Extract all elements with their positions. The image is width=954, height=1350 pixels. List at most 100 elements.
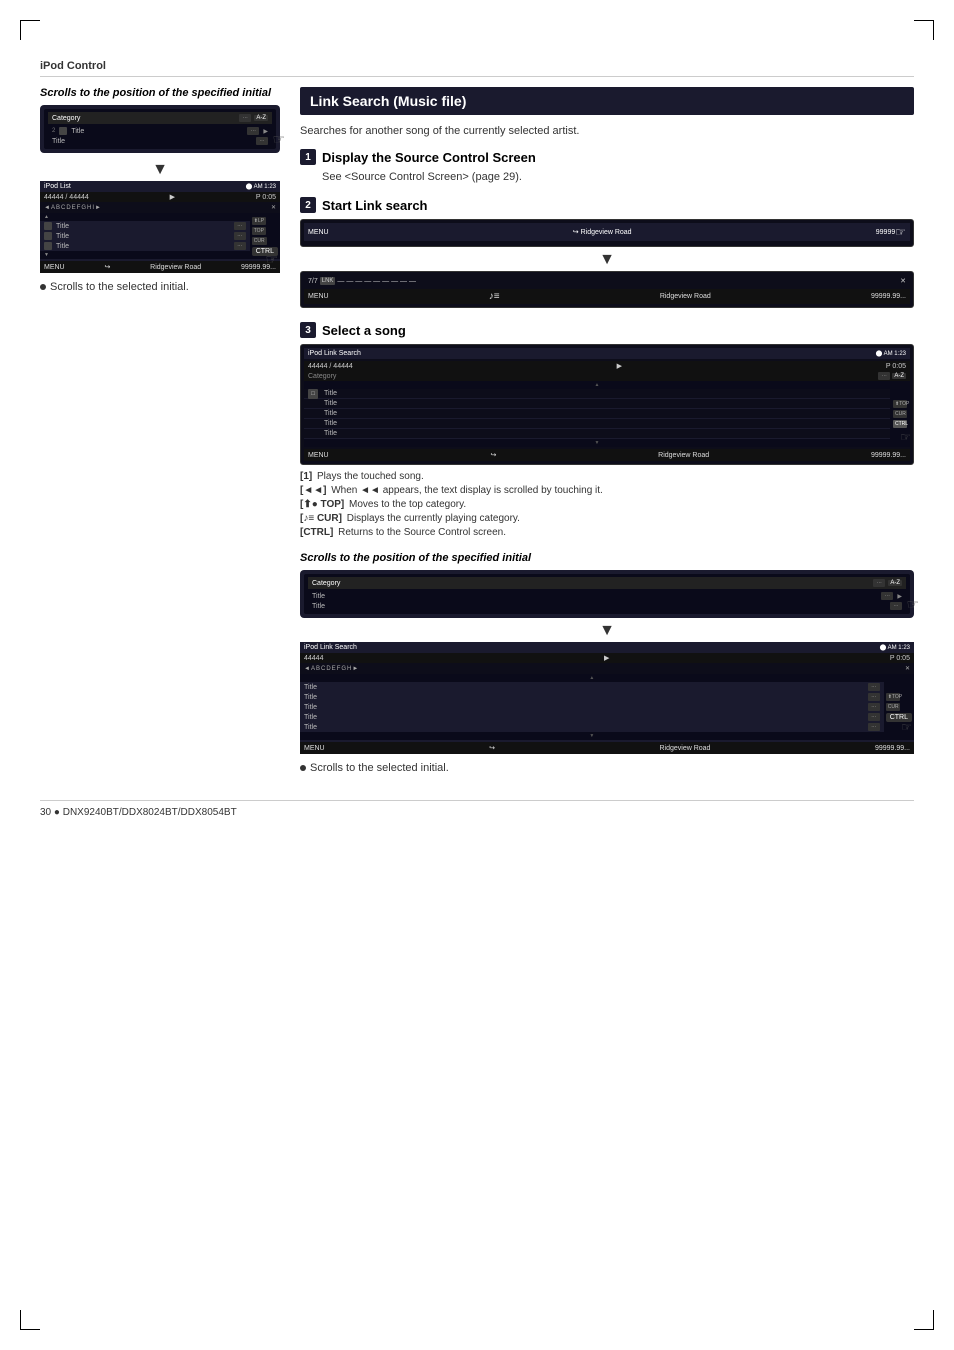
step3-menu: MENU — [308, 452, 329, 459]
bottom-s2-btn1: ··· — [868, 683, 880, 691]
bottom-s2-label2: Title — [304, 694, 317, 701]
step3-row5-label: Title — [324, 430, 337, 437]
note1-bracket: [1] — [300, 471, 315, 482]
step3-counter-row: 44444 / 44444 ▶ P 0:05 — [304, 361, 910, 371]
step2-s2-dashes: — — — — — — — — — — [337, 278, 898, 285]
bottom-s2-bottom-bar: MENU ↪ Ridgeview Road 99999.99... — [300, 742, 914, 754]
bottom-s2-row3: Title ··· — [300, 702, 884, 712]
note-line1: [1] Plays the touched song. — [300, 471, 914, 482]
bottom-nav-f: F — [337, 666, 341, 672]
screen2-nav-a: A — [51, 205, 55, 211]
bottom-s2-btn5: ··· — [868, 723, 880, 731]
bottom-s2-road-icon: ↪ — [489, 744, 495, 752]
step2-s1-road: ↪ Ridgeview Road — [329, 228, 876, 236]
step3-header: 3 Select a song — [300, 322, 914, 338]
screen1-row1-btn: ··· — [247, 127, 259, 135]
screen2-up-arrow: ▲ — [44, 214, 49, 220]
left-screen1: Category ··· A-Z 2 Title ··· ▶ — [40, 105, 280, 153]
screen1-title-row1: 2 Title ··· ▶ — [48, 126, 272, 136]
bottom-s1-hand: ☞ — [906, 596, 919, 613]
step3-title-label: iPod Link Search — [308, 350, 361, 357]
bottom-s2-btn2: ··· — [868, 693, 880, 701]
page-footer: 30 ● DNX9240BT/DDX8024BT/DDX8054BT — [40, 800, 914, 818]
step3-side-top: ⬆TOP — [893, 400, 907, 408]
screen2-road-icon: ↪ — [104, 263, 110, 271]
note-line5: [CTRL] Returns to the Source Control scr… — [300, 527, 914, 538]
step2-s2-cur-icon: ♪≡ — [489, 291, 500, 302]
screen2-list-row1: Title ··· — [40, 221, 250, 231]
note2-text: When ◄◄ appears, the text display is scr… — [331, 485, 603, 496]
step3-row3-label: Title — [324, 410, 337, 417]
bottom-s2-up: ▲ — [300, 674, 884, 682]
screen2-title: iPod List — [44, 183, 71, 190]
bottom-s2-header: iPod Link Search ⬤ AM 1:23 — [300, 642, 914, 653]
step2-s1-num: 99999 — [876, 229, 895, 236]
step2-arrow: ▼ — [300, 251, 914, 269]
bottom-s2-btn4: ··· — [868, 713, 880, 721]
step1-title: Display the Source Control Screen — [322, 150, 536, 165]
corner-mark-tr — [904, 20, 934, 50]
bottom-s2-top-btn: ⬆TOP — [886, 693, 900, 701]
step3-counter: 44444 / 44444 — [308, 363, 353, 370]
screen2-counter: 44444 / 44444 — [44, 194, 89, 201]
step3-row2-label: Title — [324, 400, 337, 407]
bottom-s2-road: Ridgeview Road — [659, 745, 710, 752]
bottom-s2-label4: Title — [304, 714, 317, 721]
screen2-nav-f: F — [77, 205, 81, 211]
step3-side-ctrl: CTRL — [893, 420, 907, 428]
screen1-az-badge: A-Z — [254, 115, 268, 121]
bottom-caption-scrolls: Scrolls to the selected initial. — [300, 762, 914, 774]
bottom-s2-dn: ▼ — [300, 732, 884, 740]
bottom-s2-hand: ☞ — [901, 720, 912, 734]
screen2-menu-btn: MENU — [44, 264, 65, 271]
step3-am-label: ⬤ AM 1:23 — [876, 350, 906, 357]
step3-side-cur: CUR — [893, 410, 907, 418]
note5-bracket: [CTRL] — [300, 527, 336, 538]
bottom-s2-nav: ◄ A B C D E F G H ► ✕ — [300, 663, 914, 674]
screen2-nav-b: B — [56, 205, 60, 211]
screen2-position: P 0:05 — [256, 194, 276, 201]
note-line3: [⬆● TOP] Moves to the top category. — [300, 499, 914, 510]
bottom-screen2: iPod Link Search ⬤ AM 1:23 44444 ▶ P 0:0… — [300, 642, 914, 754]
left-caption-scrolls: Scrolls to the selected initial. — [40, 281, 280, 293]
bullet-dot-left — [40, 284, 46, 290]
step1-desc: See <Source Control Screen> (page 29). — [322, 171, 914, 183]
screen2-bottom-bar: MENU ↪ Ridgeview Road 99999.99... — [40, 261, 280, 273]
note-line2: [◄◄] When ◄◄ appears, the text display i… — [300, 485, 914, 496]
note3-text: Moves to the top category. — [349, 499, 466, 510]
step2-s2-77: 7/7 — [308, 278, 318, 285]
screen2-nav-prev: ◄ — [44, 205, 50, 211]
screen1-title-bar: Category ··· A-Z — [48, 112, 272, 124]
section-header: iPod Control — [40, 60, 914, 77]
screen2-list-btn2: ··· — [234, 232, 246, 240]
note1-text: Plays the touched song. — [317, 471, 424, 482]
step3-bottom-bar: MENU ↪ Ridgeview Road 99999.99... — [304, 449, 910, 461]
step3-list-row4: Title — [304, 419, 890, 429]
step3-screen-header: iPod Link Search ⬤ AM 1:23 — [304, 348, 910, 359]
bottom-s1-row1-arrow: ▶ — [897, 593, 902, 600]
step2-s1-hand: ☞ — [895, 225, 906, 239]
bottom-s2-num: 99999.99... — [875, 745, 910, 752]
step3-list-row2: Title — [304, 399, 890, 409]
bottom-s1-cat: Category — [312, 580, 340, 587]
step1-header: 1 Display the Source Control Screen — [300, 149, 914, 165]
step2-screen1: MENU ↪ Ridgeview Road 99999 ☞ — [300, 219, 914, 247]
bottom-nav-prev: ◄ — [304, 666, 310, 672]
bottom-s1-az: A-Z — [888, 580, 902, 586]
note-line4: [♪≡ CUR] Displays the currently playing … — [300, 513, 914, 524]
note3-bracket: [⬆● TOP] — [300, 499, 347, 510]
step2-s1-menu: MENU — [308, 229, 329, 236]
step3-num: 3 — [300, 322, 316, 338]
bottom-section: Scrolls to the position of the specified… — [300, 552, 914, 774]
step3-num: 99999.99... — [871, 452, 906, 459]
step2-screen1-bar: MENU ↪ Ridgeview Road 99999 ☞ — [304, 223, 910, 241]
bottom-s2-counter-row: 44444 ▶ P 0:05 — [300, 653, 914, 663]
step3-road: Ridgeview Road — [658, 452, 709, 459]
right-column: Link Search (Music file) Searches for an… — [300, 87, 914, 780]
bottom-s2-label3: Title — [304, 704, 317, 711]
step2-title: Start Link search — [322, 198, 428, 213]
step3-position: P 0:05 — [886, 363, 906, 370]
bottom-s1-row2-btn: ··· — [890, 602, 902, 610]
screen1-title-row2: Title ··· — [48, 136, 272, 146]
screen2-list-btn1: ··· — [234, 222, 246, 230]
